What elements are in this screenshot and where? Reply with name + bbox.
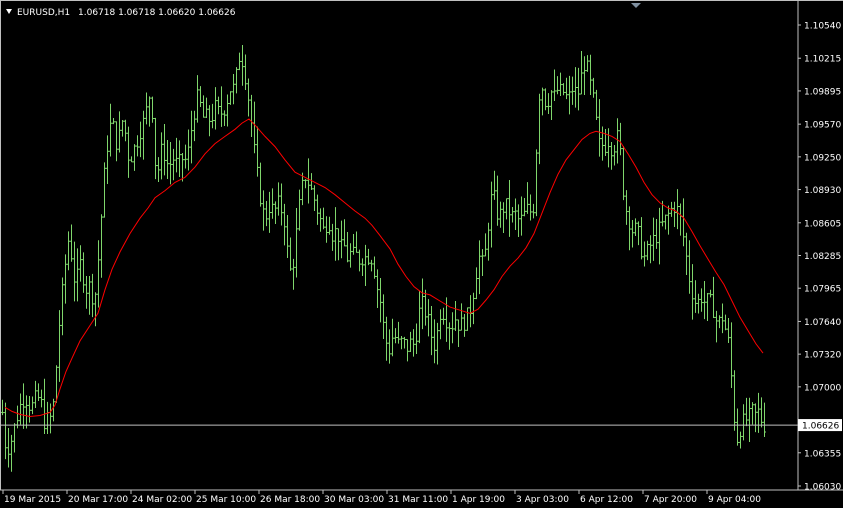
y-tick-label: 1.10540 bbox=[804, 22, 841, 32]
y-tick-label: 1.08285 bbox=[804, 252, 841, 262]
x-tick-label: 7 Apr 20:00 bbox=[644, 495, 697, 505]
y-tick-label: 1.06030 bbox=[804, 483, 841, 493]
x-tick-label: 30 Mar 03:00 bbox=[324, 495, 384, 505]
y-tick-label: 1.10215 bbox=[804, 55, 841, 65]
x-tick-label: 24 Mar 02:00 bbox=[132, 495, 192, 505]
y-tick-label: 1.07640 bbox=[804, 318, 841, 328]
x-tick-label: 26 Mar 18:00 bbox=[260, 495, 320, 505]
y-tick-label: 1.08605 bbox=[804, 219, 841, 229]
x-tick-label: 20 Mar 17:00 bbox=[68, 495, 128, 505]
eurusd-chart[interactable]: 1.06626 1.10540 1.10215 1.09895 1.09570 1.09… bbox=[0, 0, 843, 508]
y-tick-label: 1.07000 bbox=[804, 383, 841, 393]
x-tick-label: 9 Apr 04:00 bbox=[708, 495, 761, 505]
x-tick-label: 31 Mar 11:00 bbox=[388, 495, 448, 505]
chart-header: EURUSD,H1 1.06718 1.06718 1.06620 1.0662… bbox=[6, 8, 236, 18]
x-tick-label: 6 Apr 12:00 bbox=[580, 495, 633, 505]
ohlc-values: 1.06718 1.06718 1.06620 1.06626 bbox=[78, 8, 236, 18]
x-tick-label: 19 Mar 2015 bbox=[4, 495, 61, 505]
x-tick-label: 1 Apr 19:00 bbox=[452, 495, 505, 505]
chart-canvas[interactable]: 1.06626 1.10540 1.10215 1.09895 1.09570 1.09… bbox=[0, 0, 843, 508]
y-tick-label: 1.09570 bbox=[804, 121, 841, 131]
y-tick-label: 1.07965 bbox=[804, 285, 841, 295]
y-tick-label: 1.08930 bbox=[804, 186, 841, 196]
y-tick-label: 1.09250 bbox=[804, 153, 841, 163]
y-tick-label: 1.06355 bbox=[804, 449, 841, 459]
current-price-label: 1.06626 bbox=[802, 422, 839, 432]
y-tick-label: 1.07320 bbox=[804, 351, 841, 361]
y-tick-label: 1.09895 bbox=[804, 87, 841, 97]
symbol-label: EURUSD,H1 bbox=[17, 8, 70, 18]
chart-background bbox=[0, 0, 843, 508]
x-tick-label: 25 Mar 10:00 bbox=[196, 495, 256, 505]
x-tick-label: 3 Apr 03:00 bbox=[516, 495, 569, 505]
